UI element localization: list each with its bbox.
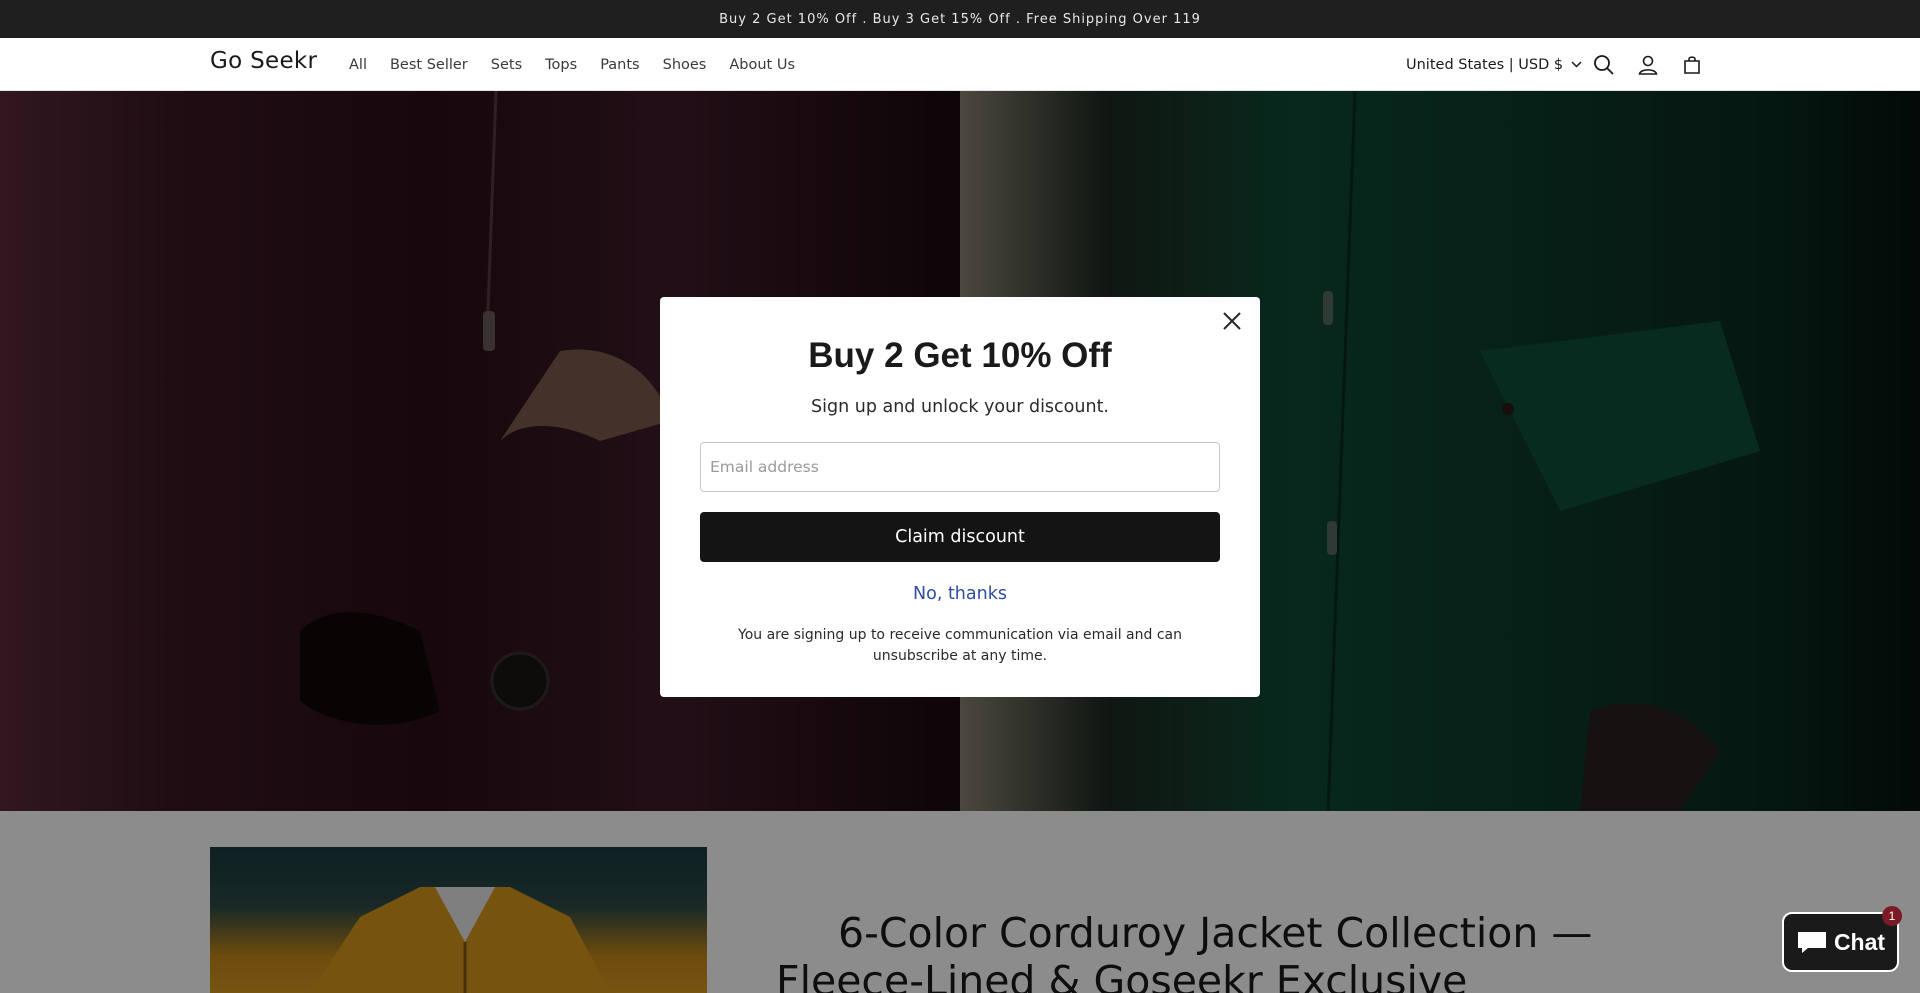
nav-link-tops[interactable]: Tops (545, 57, 577, 73)
announcement-text: Buy 2 Get 10% Off . Buy 3 Get 15% Off . … (719, 11, 1201, 27)
nav-link-all[interactable]: All (349, 57, 367, 73)
chat-label: Chat (1833, 928, 1886, 955)
no-thanks-link[interactable]: No, thanks (660, 584, 1260, 604)
site-header: Go Seekr All Best Seller Sets Tops Pants… (0, 38, 1920, 91)
nav-link-about-us[interactable]: About Us (729, 57, 795, 73)
claim-discount-button[interactable]: Claim discount (700, 512, 1220, 562)
chevron-down-icon (1571, 61, 1582, 68)
search-icon[interactable] (1591, 52, 1617, 78)
account-icon[interactable] (1635, 52, 1661, 78)
main-nav: All Best Seller Sets Tops Pants Shoes Ab… (349, 38, 818, 91)
chat-button[interactable]: Chat (1782, 912, 1899, 972)
nav-link-sets[interactable]: Sets (491, 57, 522, 73)
cart-icon[interactable] (1679, 52, 1705, 78)
country-currency-selector[interactable]: United States | USD $ (1406, 38, 1582, 91)
popup-legal-text: You are signing up to receive communicat… (738, 627, 1182, 664)
popup-title: Buy 2 Get 10% Off (808, 336, 1112, 375)
site-logo[interactable]: Go Seekr (210, 48, 317, 74)
close-icon[interactable] (1219, 308, 1245, 334)
modal-overlay-lower[interactable] (0, 811, 1920, 993)
email-field[interactable] (700, 442, 1220, 492)
nav-link-pants[interactable]: Pants (600, 57, 639, 73)
nav-link-shoes[interactable]: Shoes (663, 57, 707, 73)
locale-label: United States | USD $ (1406, 56, 1564, 73)
announcement-bar: Buy 2 Get 10% Off . Buy 3 Get 15% Off . … (0, 0, 1920, 38)
nav-link-best-seller[interactable]: Best Seller (390, 57, 468, 73)
chat-bubble-icon (1797, 932, 1826, 953)
chat-unread-badge: 1 (1882, 906, 1902, 926)
popup-subtitle: Sign up and unlock your discount. (811, 397, 1109, 417)
